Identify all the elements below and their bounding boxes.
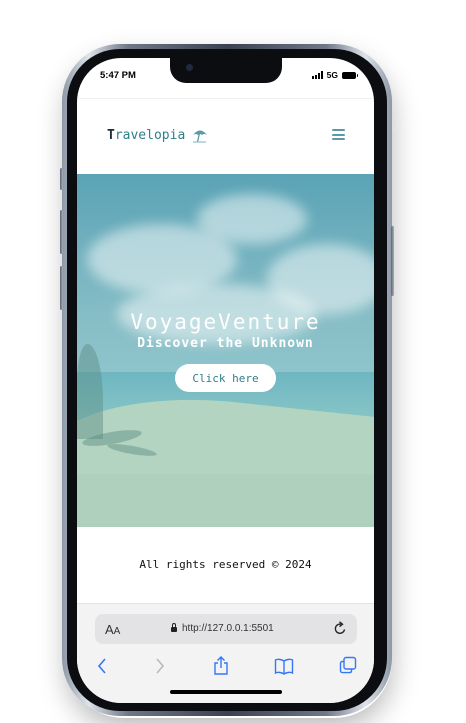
battery-icon — [342, 71, 358, 79]
status-time: 5:47 PM — [100, 70, 136, 81]
notch — [170, 58, 282, 83]
hero-subtitle: Discover the Unknown — [137, 336, 314, 351]
volume-up-button — [60, 210, 63, 254]
umbrella-icon — [193, 130, 208, 143]
share-icon[interactable] — [212, 656, 230, 676]
hero-title: VoyageVenture — [130, 310, 321, 334]
url-display[interactable]: http://127.0.0.1:5501 — [171, 623, 274, 634]
click-here-button[interactable]: Click here — [175, 364, 276, 392]
hamburger-menu-icon[interactable] — [332, 129, 345, 140]
browser-toolbar: AA http://127.0.0.1:5501 — [77, 603, 374, 703]
signal-icon — [311, 71, 323, 79]
status-indicators: 5G — [311, 70, 358, 80]
mute-switch — [60, 168, 63, 190]
text-size-button[interactable]: AA — [105, 622, 120, 637]
forward-icon[interactable] — [155, 656, 165, 676]
browser-nav — [77, 656, 374, 678]
brand-logo[interactable]: Travelopia — [107, 128, 208, 143]
brand-first-letter: T — [107, 128, 115, 143]
phone-screen: 5:47 PM 5G Travelopia VoyageVenture Disc… — [77, 58, 374, 703]
brand-rest: ravelopia — [114, 128, 186, 143]
volume-down-button — [60, 266, 63, 310]
bookmarks-icon[interactable] — [274, 656, 294, 676]
network-type: 5G — [326, 70, 338, 80]
hero-section: VoyageVenture Discover the Unknown Click… — [77, 174, 374, 527]
footer-copyright: All rights reserved © 2024 — [139, 558, 312, 571]
tabs-icon[interactable] — [339, 656, 357, 674]
brand-text: Travelopia — [107, 128, 185, 143]
lock-icon — [171, 623, 177, 632]
camera-icon — [186, 64, 193, 71]
status-divider — [77, 98, 374, 99]
power-button — [391, 226, 394, 296]
home-indicator[interactable] — [170, 690, 282, 694]
url-text: http://127.0.0.1:5501 — [182, 623, 274, 634]
address-bar[interactable]: AA http://127.0.0.1:5501 — [95, 614, 357, 644]
back-icon[interactable] — [97, 656, 107, 676]
reload-icon[interactable] — [333, 621, 347, 636]
